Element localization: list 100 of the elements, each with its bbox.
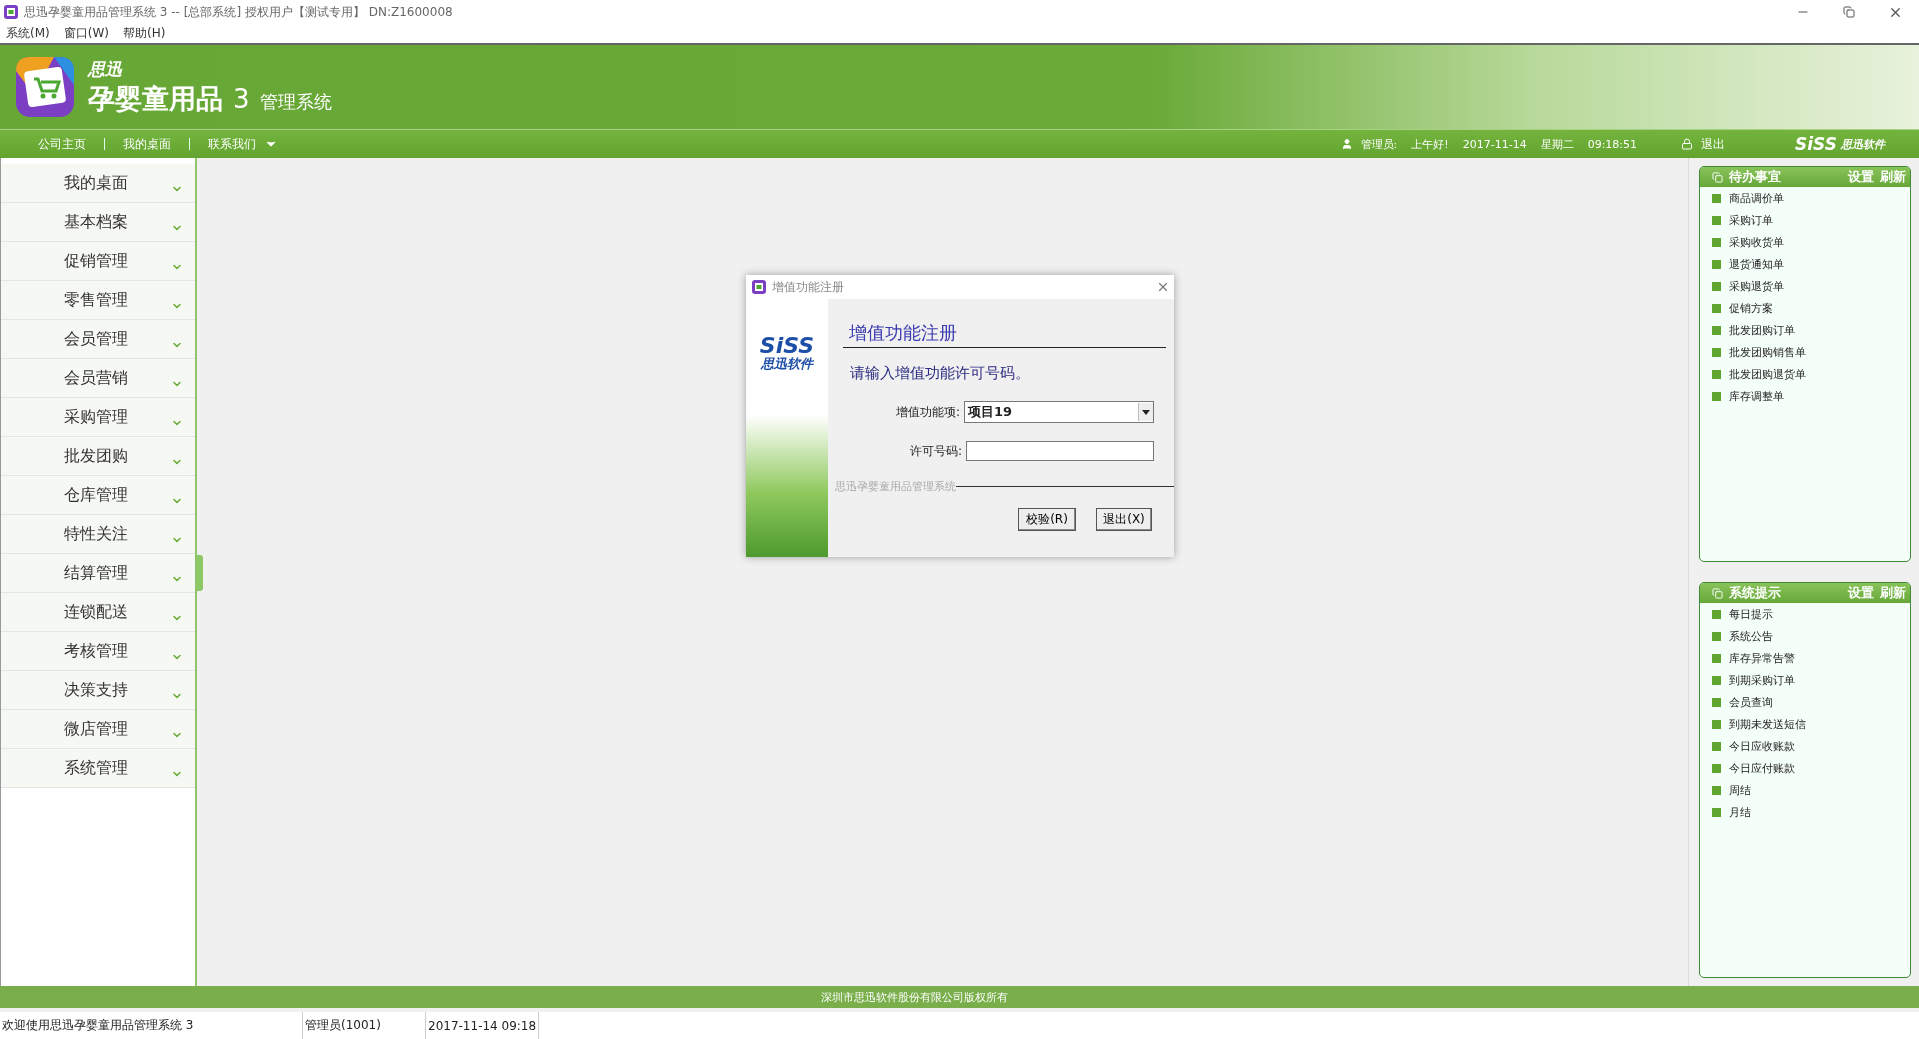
user-icon (1340, 138, 1353, 150)
panel-item[interactable]: 采购退货单 (1729, 278, 1784, 294)
bullet-icon (1712, 193, 1721, 203)
bullet-icon (1712, 763, 1721, 773)
bullet-icon (1712, 237, 1721, 247)
status-cell: 管理员(1001) (303, 1012, 426, 1039)
user-label: 管理员: (1360, 136, 1398, 152)
sidebar-item[interactable]: 决策支持 (1, 671, 195, 710)
panel-item[interactable]: 今日应收账款 (1729, 738, 1795, 754)
bullet-icon (1712, 303, 1721, 313)
bullet-icon (1712, 631, 1721, 641)
field-label: 增值功能项: (895, 403, 960, 421)
dialog-title: 增值功能注册 (772, 278, 845, 296)
brand-name: 思迅 (88, 57, 124, 81)
company-name: 思迅软件 (761, 357, 813, 370)
panel-title: 待办事宜 (1729, 168, 1782, 186)
status-cell: 欢迎使用思迅孕婴童用品管理系统 3 (0, 1012, 303, 1039)
bullet-icon (1712, 653, 1721, 663)
bullet-icon (1712, 741, 1721, 751)
version-number: 3 (233, 83, 250, 114)
panel-item[interactable]: 系统公告 (1729, 628, 1773, 644)
bullet-icon (1712, 281, 1721, 291)
company-logo: SiSS (1795, 135, 1837, 153)
bullet-icon (1712, 609, 1721, 619)
greeting: 上午好! (1411, 136, 1449, 152)
bullet-icon (1712, 325, 1721, 335)
panel-item[interactable]: 批发团购退货单 (1729, 366, 1806, 382)
copyright-text: 深圳市思迅软件股份有限公司版权所有 (821, 989, 1008, 1005)
restore-icon (1843, 6, 1855, 18)
panel-item[interactable]: 库存调整单 (1729, 388, 1784, 404)
sidebar-item[interactable]: 促销管理 (1, 242, 195, 281)
sidebar-item[interactable]: 结算管理 (1, 554, 195, 593)
app-icon (752, 280, 766, 294)
date: 2017-11-14 (1462, 137, 1527, 151)
panel-item[interactable]: 退货通知单 (1729, 256, 1784, 272)
product-subtitle: 管理系统 (259, 89, 332, 114)
dialog-button[interactable]: 退出(X) (1096, 508, 1152, 531)
lock-icon (1681, 138, 1694, 150)
panel-item[interactable]: 批发团购订单 (1729, 322, 1795, 338)
sidebar-item[interactable]: 微店管理 (1, 710, 195, 749)
menu-item[interactable]: 帮助(H) (122, 25, 166, 42)
sidebar-item[interactable]: 零售管理 (1, 281, 195, 320)
bullet-icon (1712, 259, 1721, 269)
bullet-icon (1712, 675, 1721, 685)
dropdown-arrow-icon (1142, 409, 1150, 415)
select-field[interactable]: 项目19 (964, 401, 1154, 423)
time: 09:18:51 (1587, 137, 1638, 151)
sidebar-item[interactable]: 仓库管理 (1, 476, 195, 515)
panel-item[interactable]: 批发团购销售单 (1729, 344, 1806, 360)
input-field[interactable] (966, 441, 1154, 461)
panel-item[interactable]: 采购订单 (1729, 212, 1773, 228)
sidebar-item[interactable]: 会员营销 (1, 359, 195, 398)
panel-item[interactable]: 今日应付账款 (1729, 760, 1795, 776)
window-icon (1712, 587, 1723, 599)
panel-item[interactable]: 促销方案 (1729, 300, 1773, 316)
group-label: 思迅孕婴童用品管理系统 (835, 479, 956, 494)
sidebar-item[interactable]: 批发团购 (1, 437, 195, 476)
sidebar-item[interactable]: 会员管理 (1, 320, 195, 359)
dialog-heading: 增值功能注册 (843, 321, 1166, 348)
menu-item[interactable]: 窗口(W) (63, 25, 109, 42)
panel-item[interactable]: 库存异常告警 (1729, 650, 1795, 666)
company-logo: SiSS (759, 335, 815, 357)
panel-item[interactable]: 商品调价单 (1729, 190, 1784, 206)
logo-icon (14, 55, 76, 119)
bullet-icon (1712, 347, 1721, 357)
company-name: 思迅软件 (1841, 136, 1885, 152)
window-icon (1712, 171, 1723, 183)
bullet-icon (1712, 807, 1721, 817)
sidebar-item[interactable]: 特性关注 (1, 515, 195, 554)
sidebar-item[interactable]: 基本档案 (1, 203, 195, 242)
sidebar-item[interactable]: 我的桌面 (1, 164, 195, 203)
menu-item[interactable]: 系统(M) (6, 25, 50, 42)
bullet-icon (1712, 391, 1721, 401)
panel-title: 系统提示 (1729, 584, 1782, 602)
bullet-icon (1712, 719, 1721, 729)
sidebar-item[interactable]: 采购管理 (1, 398, 195, 437)
panel-item[interactable]: 周结 (1729, 782, 1751, 798)
field-label: 许可号码: (909, 442, 962, 460)
window-title: 思迅孕婴童用品管理系统 3 -- [总部系统] 授权用户【测试专用】 DN:Z1600008 (24, 3, 454, 21)
weekday: 星期二 (1540, 136, 1574, 152)
bullet-icon (1712, 215, 1721, 225)
bullet-icon (1712, 785, 1721, 795)
collapse-handle[interactable] (197, 555, 203, 591)
sidebar-item[interactable]: 考核管理 (1, 632, 195, 671)
prompt-text: 请输入增值功能许可号码。 (850, 364, 1031, 383)
bullet-icon (1712, 697, 1721, 707)
sidebar-item[interactable]: 系统管理 (1, 749, 195, 788)
panel-item[interactable]: 月结 (1729, 804, 1751, 820)
panel-item[interactable]: 采购收货单 (1729, 234, 1784, 250)
panel-item[interactable]: 每日提示 (1729, 606, 1773, 622)
close-icon[interactable] (1156, 280, 1170, 294)
bullet-icon (1712, 369, 1721, 379)
product-name: 孕婴童用品 (88, 81, 223, 116)
panel-item[interactable]: 到期未发送短信 (1729, 716, 1806, 732)
status-cell: 2017-11-14 09:18 (426, 1012, 539, 1039)
sidebar-item[interactable]: 连锁配送 (1, 593, 195, 632)
panel-item[interactable]: 到期采购订单 (1729, 672, 1795, 688)
app-icon (4, 5, 18, 19)
dialog-button[interactable]: 校验(R) (1018, 508, 1076, 531)
panel-item[interactable]: 会员查询 (1729, 694, 1773, 710)
